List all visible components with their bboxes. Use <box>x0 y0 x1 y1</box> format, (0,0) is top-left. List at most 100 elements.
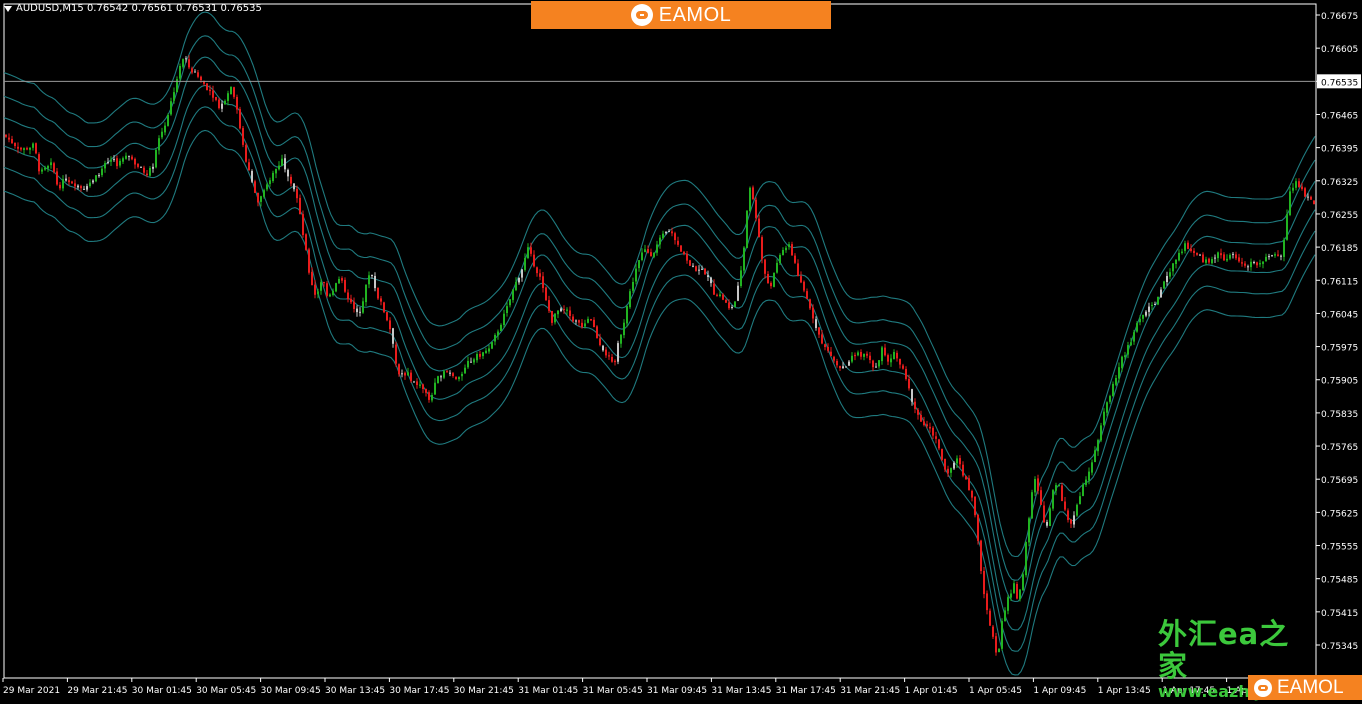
candle <box>521 269 523 282</box>
candle-body <box>956 458 958 464</box>
candle <box>1163 280 1165 289</box>
candle <box>1103 408 1105 427</box>
candle-body <box>929 426 931 429</box>
candle <box>1160 287 1162 298</box>
dropdown-triangle-icon[interactable] <box>4 5 12 12</box>
candle-body <box>323 282 325 284</box>
candle-body <box>1076 504 1078 516</box>
candle <box>512 289 514 303</box>
candle <box>995 632 997 656</box>
candle-body <box>704 268 706 275</box>
candle-body <box>1019 589 1021 600</box>
chart-area[interactable]: 0.76675 0.76605 0.76535 0.76465 0.76395 0.763… <box>0 0 1362 700</box>
candle <box>416 378 418 389</box>
candle-body <box>1271 255 1273 257</box>
candle-body <box>1262 261 1264 264</box>
y-tick-label: 0.75975 <box>1321 344 1358 354</box>
candle-body <box>593 319 595 327</box>
candle-body <box>695 266 697 271</box>
candle-body <box>710 277 712 284</box>
candle-body <box>1073 515 1075 525</box>
candle-body <box>377 287 379 299</box>
candle <box>35 142 37 155</box>
candle-body <box>1031 492 1033 519</box>
candle-body <box>647 249 649 253</box>
candle-body <box>518 278 520 283</box>
candle <box>56 168 58 186</box>
candle <box>71 180 73 184</box>
candle-body <box>305 234 307 250</box>
candle <box>836 358 838 368</box>
candle <box>158 135 160 155</box>
candle <box>1271 254 1273 257</box>
symbol-info-label: AUDUSD,M15 0.76542 0.76561 0.76531 0.765… <box>4 3 262 14</box>
candle-body <box>788 244 790 247</box>
candle <box>428 390 430 403</box>
candle <box>281 154 283 167</box>
candle <box>749 186 751 213</box>
candle-body <box>950 468 952 473</box>
candle <box>455 376 457 381</box>
candle-body <box>626 306 628 324</box>
candle-body <box>701 268 703 270</box>
candle <box>608 351 610 360</box>
candle <box>677 236 679 247</box>
x-tick-label: 29 Mar 2021 <box>3 686 60 696</box>
candle <box>746 210 748 249</box>
candle-body <box>1091 462 1093 473</box>
plot-frame <box>3 3 1317 679</box>
candle-body <box>47 166 49 169</box>
candle <box>1238 253 1240 263</box>
candle <box>920 410 922 422</box>
candle-body <box>467 361 469 368</box>
candle-body <box>917 409 919 415</box>
candle-body <box>338 279 340 284</box>
candle-body <box>1289 191 1291 215</box>
candle-body <box>689 260 691 266</box>
candle-body <box>590 319 592 321</box>
candle <box>296 185 298 203</box>
candle <box>239 106 241 130</box>
candle-body <box>965 476 967 480</box>
candle <box>335 282 337 293</box>
candle-body <box>1130 342 1132 346</box>
candle-body <box>1205 259 1207 263</box>
candle <box>437 375 439 384</box>
candle <box>131 154 133 161</box>
price-chart[interactable]: 0.76675 0.76605 0.76535 0.76465 0.76395 0.763… <box>0 0 1362 700</box>
candle-body <box>1040 490 1042 505</box>
candle <box>149 166 151 177</box>
candle <box>245 142 247 163</box>
candle-body <box>362 301 364 313</box>
candle <box>1274 252 1276 258</box>
candle-body <box>11 139 13 144</box>
candle-body <box>845 366 847 368</box>
candle-body <box>1139 318 1141 323</box>
x-tick-label: 1 Apr 13:45 <box>1098 686 1151 696</box>
candle-body <box>1247 266 1249 268</box>
candle-body <box>317 291 319 295</box>
candle-body <box>125 155 127 159</box>
candle <box>350 294 352 304</box>
candle <box>887 353 889 366</box>
candle <box>401 369 403 378</box>
candle-body <box>719 294 721 296</box>
candle-body <box>887 355 889 362</box>
candle <box>1064 497 1066 512</box>
candle <box>41 167 43 174</box>
candle <box>698 265 700 275</box>
candle-body <box>1037 478 1039 491</box>
candle-body <box>1184 243 1186 251</box>
candle-body <box>23 148 25 150</box>
candle <box>638 260 640 272</box>
candle <box>1256 261 1258 268</box>
candle <box>425 388 427 397</box>
candle-body <box>278 165 280 170</box>
candle-body <box>596 326 598 339</box>
candle-body <box>1094 450 1096 462</box>
candle-body <box>638 260 640 269</box>
candle-body <box>1142 315 1144 319</box>
candle-body <box>335 283 337 292</box>
candle-body <box>59 184 61 189</box>
candle <box>632 277 634 294</box>
